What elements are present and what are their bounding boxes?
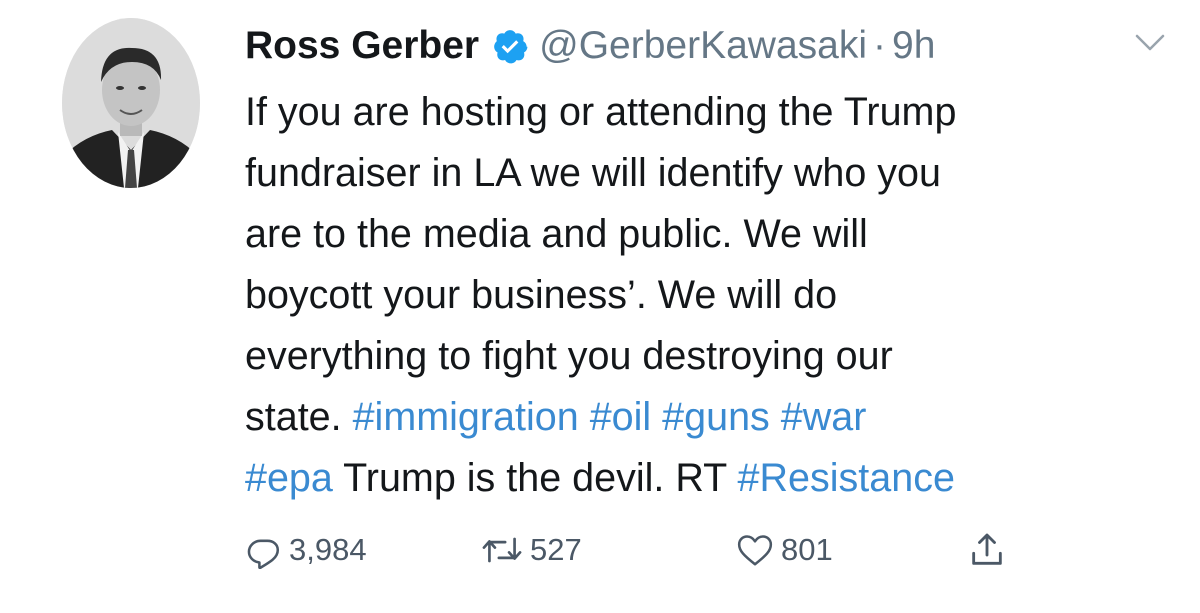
avatar[interactable] <box>62 18 200 188</box>
hashtag-link[interactable]: #guns <box>662 395 770 439</box>
tweet-text-segment: boycott your business’. We will do <box>245 273 838 317</box>
hashtag-link[interactable]: #war <box>781 395 867 439</box>
user-handle[interactable]: @GerberKawasaki <box>539 24 867 68</box>
tweet-text-segment: state. <box>245 395 353 439</box>
reply-count: 3,984 <box>289 532 367 567</box>
tweet-line: If you are hosting or attending the Trum… <box>245 82 1175 143</box>
like-button[interactable]: 801 <box>735 525 833 575</box>
tweet-text-segment: Trump is the devil. RT <box>332 456 738 500</box>
action-bar: 3,984 527 801 <box>245 525 1145 575</box>
tweet-line: everything to fight you destroying our <box>245 326 1175 387</box>
hashtag-link[interactable]: #oil <box>590 395 652 439</box>
tweet-text-segment <box>579 395 590 439</box>
tweet-line: are to the media and public. We will <box>245 204 1175 265</box>
separator-dot: · <box>873 24 886 67</box>
retweet-button[interactable]: 527 <box>480 525 582 575</box>
share-button[interactable] <box>967 525 1013 575</box>
hashtag-link[interactable]: #Resistance <box>738 456 955 500</box>
retweet-count: 527 <box>530 532 582 567</box>
like-count: 801 <box>781 532 833 567</box>
tweet-line: state. #immigration #oil #guns #war <box>245 387 1175 448</box>
tweet-timestamp[interactable]: 9h <box>892 24 935 68</box>
verified-badge-icon <box>494 30 528 64</box>
user-name[interactable]: Ross Gerber <box>245 24 479 68</box>
heart-icon <box>737 535 773 566</box>
profile-photo <box>62 18 200 188</box>
tweet-text-segment: are to the media and public. We will <box>245 212 868 256</box>
retweet-icon <box>482 537 522 563</box>
reply-button[interactable]: 3,984 <box>245 525 367 575</box>
share-icon <box>972 533 1002 565</box>
hashtag-link[interactable]: #immigration <box>353 395 579 439</box>
tweet-text-segment: If you are hosting or attending the Trum… <box>245 90 957 134</box>
tweet-line: boycott your business’. We will do <box>245 265 1175 326</box>
tweet-text-segment: fundraiser in LA we will identify who yo… <box>245 151 941 195</box>
tweet-text-segment <box>651 395 662 439</box>
reply-icon <box>247 539 280 569</box>
tweet-text-segment <box>770 395 781 439</box>
tweet-header: Ross Gerber @GerberKawasaki · 9h <box>245 20 935 72</box>
tweet-line: #epa Trump is the devil. RT #Resistance <box>245 448 1175 509</box>
hashtag-link[interactable]: #epa <box>245 456 333 500</box>
tweet-text-segment: everything to fight you destroying our <box>245 334 893 378</box>
tweet-line: fundraiser in LA we will identify who yo… <box>245 143 1175 204</box>
tweet-text: If you are hosting or attending the Trum… <box>245 82 1175 509</box>
chevron-down-icon[interactable] <box>1133 30 1167 56</box>
